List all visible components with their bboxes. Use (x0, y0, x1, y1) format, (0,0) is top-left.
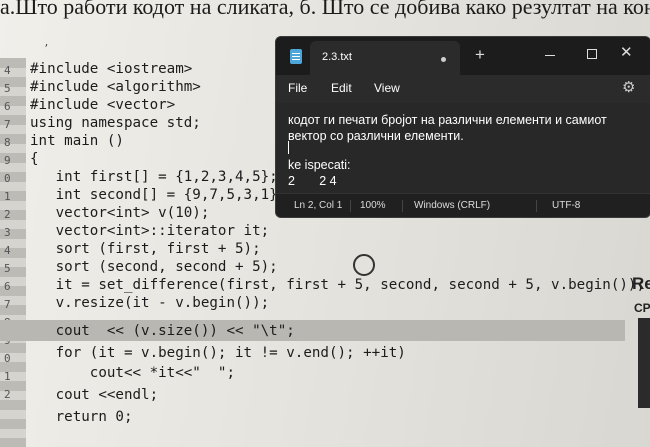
line-number: 1 (4, 190, 11, 203)
divider (402, 200, 403, 212)
editor-line: кодот ги печати бројот на различни елеме… (288, 113, 607, 127)
text-caret (288, 141, 289, 154)
line-number: 5 (4, 82, 11, 95)
line-number: 9 (4, 154, 11, 167)
line-number: 4 (4, 64, 11, 77)
line-number: 5 (4, 262, 11, 275)
maximize-button[interactable] (580, 45, 604, 65)
line-number: 0 (4, 352, 11, 365)
photo-heading: а.Што работи кодот на сликата, б. Што се… (0, 0, 650, 19)
tab-title: 2.3.txt (322, 51, 352, 63)
line-number-gutter: 4 5 6 7 8 9 0 1 2 3 4 5 6 7 8 9 0 1 2 (0, 58, 26, 447)
divider (536, 200, 537, 212)
line-endings[interactable]: Windows (CRLF) (414, 200, 490, 211)
line-number: 6 (4, 100, 11, 113)
menu-bar: File Edit View ⚙ (276, 75, 650, 103)
code-line: #include <vector> (30, 97, 176, 113)
encoding[interactable]: UTF-8 (552, 200, 580, 211)
divider (350, 200, 351, 212)
code-line: cout << (v.size()) << "\t"; (30, 323, 295, 339)
new-tab-button[interactable]: + (475, 45, 485, 65)
code-line: v.resize(it - v.begin()); (30, 295, 270, 311)
editor-line: ke ispecati: (288, 158, 351, 172)
side-dark-block (638, 318, 650, 408)
line-number: 2 (4, 208, 11, 221)
text-editor[interactable]: кодот ги печати бројот на различни елеме… (276, 103, 650, 193)
code-line: for (it = v.begin(); it != v.end(); ++it… (30, 345, 406, 361)
line-number: 0 (4, 172, 11, 185)
code-line: int first[] = {1,2,3,4,5}; (30, 169, 278, 185)
line-number: 8 (4, 136, 11, 149)
line-number: 4 (4, 244, 11, 257)
code-line: sort (second, second + 5); (30, 259, 278, 275)
code-line: vector<int> v(10); (30, 205, 210, 221)
notepad-app-icon (290, 49, 302, 64)
line-number: 1 (4, 370, 11, 383)
code-line: int second[] = {9,7,5,3,1}; (30, 187, 287, 203)
line-number: 3 (4, 226, 11, 239)
line-number: 2 (4, 388, 11, 401)
code-line: #include <algorithm> (30, 79, 201, 95)
line-number: 7 (4, 118, 11, 131)
menu-edit[interactable]: Edit (331, 81, 352, 95)
code-line: #include <iostream> (30, 61, 193, 77)
zoom-level[interactable]: 100% (360, 200, 386, 211)
status-bar: Ln 2, Col 1 100% Windows (CRLF) UTF-8 (276, 193, 650, 217)
side-heading: Re (632, 274, 650, 293)
menu-file[interactable]: File (288, 81, 307, 95)
decorative-mark: ʼ (44, 42, 48, 56)
title-bar[interactable]: 2.3.txt + ✕ (276, 37, 650, 75)
code-line: cout<< *it<<" "; (30, 365, 235, 381)
editor-line: вектор со различни елементи. (288, 129, 464, 143)
code-line: int main () (30, 133, 124, 149)
close-button[interactable]: ✕ (620, 43, 633, 61)
tab-file[interactable]: 2.3.txt (310, 41, 460, 75)
notepad-window: 2.3.txt + ✕ File Edit View ⚙ кодот ги пе… (275, 36, 650, 218)
line-number: 6 (4, 280, 11, 293)
cursor-position: Ln 2, Col 1 (294, 200, 343, 211)
gear-icon[interactable]: ⚙ (622, 78, 635, 96)
cursor-circle-icon (353, 254, 375, 276)
minimize-button[interactable] (538, 45, 562, 65)
unsaved-dot-icon[interactable] (441, 57, 446, 62)
side-subheading: CP (634, 301, 650, 315)
line-number: 7 (4, 298, 11, 311)
code-line: cout <<endl; (30, 387, 159, 403)
code-line: return 0; (30, 409, 133, 425)
code-line: vector<int>::iterator it; (30, 223, 270, 239)
code-line: it = set_difference(first, first + 5, se… (30, 277, 645, 293)
code-line: { (30, 151, 39, 167)
code-line: using namespace std; (30, 115, 201, 131)
editor-line: 2 2 4 (288, 174, 337, 188)
code-line: sort (first, first + 5); (30, 241, 261, 257)
menu-view[interactable]: View (374, 81, 400, 95)
